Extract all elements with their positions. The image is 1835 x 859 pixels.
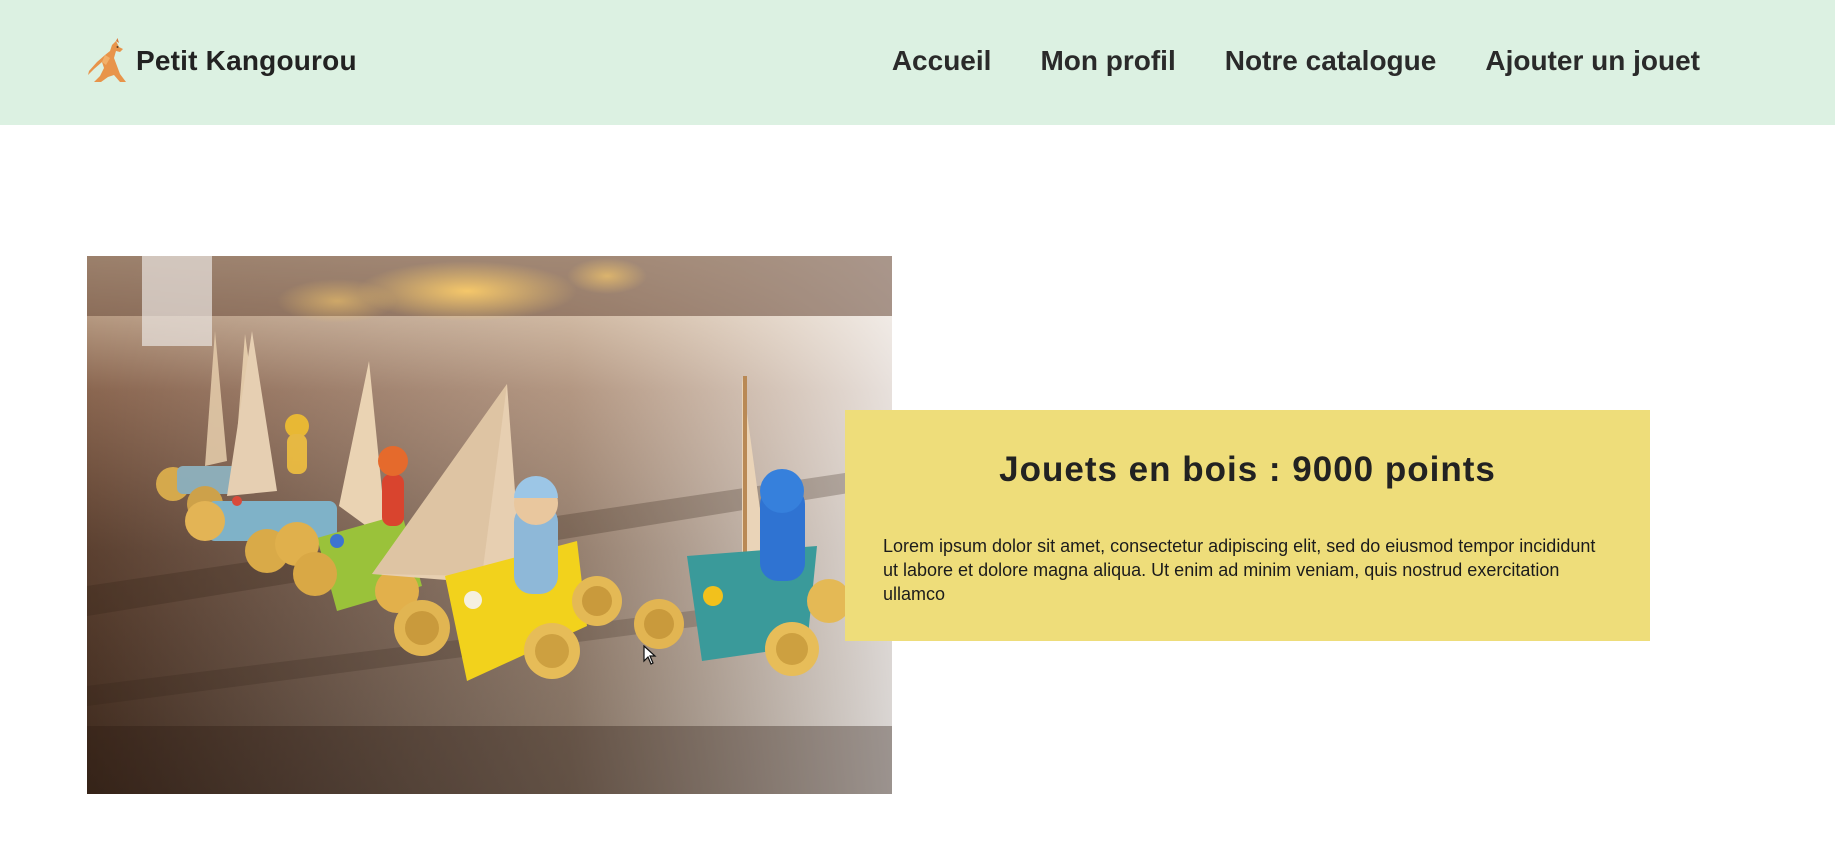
nav-link-ajouter-un-jouet[interactable]: Ajouter un jouet [1485, 45, 1700, 77]
brand-name: Petit Kangourou [136, 45, 357, 76]
nav-link-notre-catalogue[interactable]: Notre catalogue [1225, 45, 1437, 77]
nav-link-mon-profil[interactable]: Mon profil [1040, 45, 1175, 77]
kangaroo-icon [88, 38, 126, 82]
mouse-cursor-icon [643, 645, 657, 665]
hero-toy-boats-image [87, 256, 892, 794]
brand-logo-link[interactable]: Petit Kangourou [86, 36, 357, 86]
points-info-card: Jouets en bois : 9000 points Lorem ipsum… [845, 410, 1650, 641]
navbar: Petit Kangourou Accueil Mon profil Notre… [0, 0, 1835, 125]
card-description: Lorem ipsum dolor sit amet, consectetur … [883, 536, 1596, 604]
card-title: Jouets en bois : 9000 points [999, 450, 1496, 489]
nav-link-accueil[interactable]: Accueil [892, 45, 992, 77]
main-nav: Accueil Mon profil Notre catalogue Ajout… [843, 36, 1700, 86]
